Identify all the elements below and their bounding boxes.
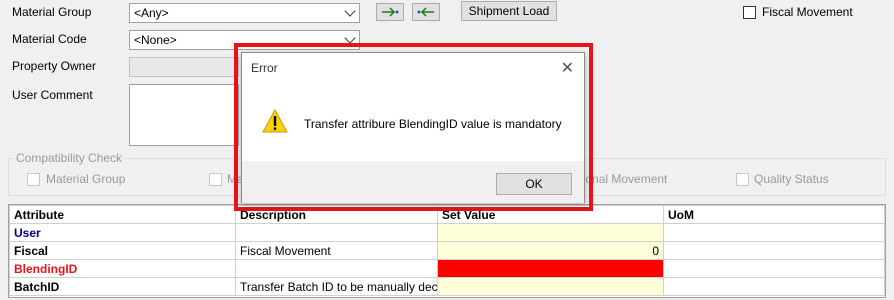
chevron-down-icon bbox=[344, 32, 356, 44]
compat-material-group-checkbox[interactable] bbox=[27, 173, 40, 186]
add-arrow-button[interactable] bbox=[376, 3, 404, 21]
header-uom[interactable]: UoM bbox=[663, 205, 885, 224]
dialog-title: Error bbox=[251, 61, 278, 75]
header-attribute[interactable]: Attribute bbox=[9, 205, 236, 224]
table-row[interactable]: BatchID Transfer Batch ID to be manually… bbox=[9, 277, 885, 296]
attribute-cell[interactable]: Fiscal bbox=[9, 241, 236, 260]
set-value-cell-error[interactable] bbox=[437, 259, 664, 278]
material-group-select[interactable]: <Any> bbox=[129, 3, 360, 23]
set-value-cell[interactable]: 0 bbox=[437, 241, 664, 260]
compat-quality-status-label: Quality Status bbox=[754, 172, 829, 186]
description-cell[interactable]: Transfer Batch ID to be manually decla..… bbox=[235, 277, 438, 296]
dialog-message: Transfer attribure BlendingID value is m… bbox=[304, 117, 562, 131]
table-row[interactable]: BlendingID bbox=[9, 259, 885, 278]
uom-cell[interactable] bbox=[663, 277, 885, 296]
uom-cell[interactable] bbox=[663, 241, 885, 260]
material-group-value: <Any> bbox=[134, 6, 169, 20]
attribute-cell[interactable]: BlendingID bbox=[9, 259, 236, 278]
material-group-label: Material Group bbox=[12, 5, 92, 19]
arrow-left-icon bbox=[417, 7, 434, 17]
compatibility-check-title: Compatibility Check bbox=[14, 151, 125, 165]
compat-material-group-label: Material Group bbox=[46, 172, 126, 186]
dialog-footer: OK bbox=[242, 161, 584, 203]
set-value-cell[interactable] bbox=[437, 277, 664, 296]
attribute-cell[interactable]: User bbox=[9, 223, 236, 242]
shipment-load-button[interactable]: Shipment Load bbox=[461, 1, 557, 21]
set-value-cell[interactable] bbox=[437, 223, 664, 242]
compat-ma-checkbox[interactable] bbox=[209, 173, 222, 186]
warning-icon bbox=[262, 109, 288, 133]
fiscal-movement-checkbox[interactable] bbox=[743, 6, 756, 19]
description-cell[interactable] bbox=[235, 223, 438, 242]
arrow-right-icon bbox=[382, 7, 399, 17]
property-owner-select[interactable] bbox=[129, 57, 239, 77]
fiscal-movement-label: Fiscal Movement bbox=[762, 5, 853, 19]
remove-arrow-button[interactable] bbox=[412, 3, 440, 21]
ok-button[interactable]: OK bbox=[496, 173, 572, 195]
material-code-value: <None> bbox=[134, 33, 177, 47]
chevron-down-icon bbox=[344, 5, 356, 17]
description-cell[interactable] bbox=[235, 259, 438, 278]
user-comment-input[interactable] bbox=[129, 84, 239, 146]
uom-cell[interactable] bbox=[663, 223, 885, 242]
table-row[interactable]: Fiscal Fiscal Movement 0 bbox=[9, 241, 885, 260]
property-owner-label: Property Owner bbox=[12, 59, 97, 73]
table-row[interactable]: User bbox=[9, 223, 885, 242]
material-code-label: Material Code bbox=[12, 32, 87, 46]
description-cell[interactable]: Fiscal Movement bbox=[235, 241, 438, 260]
close-icon[interactable]: ✕ bbox=[561, 58, 574, 77]
uom-cell[interactable] bbox=[663, 259, 885, 278]
compat-quality-status-checkbox[interactable] bbox=[736, 173, 749, 186]
attribute-grid[interactable]: Attribute Description Set Value UoM User… bbox=[8, 204, 886, 298]
attribute-cell[interactable]: BatchID bbox=[9, 277, 236, 296]
error-dialog: Error ✕ Transfer attribure BlendingID va… bbox=[241, 52, 585, 203]
user-comment-label: User Comment bbox=[12, 88, 93, 102]
